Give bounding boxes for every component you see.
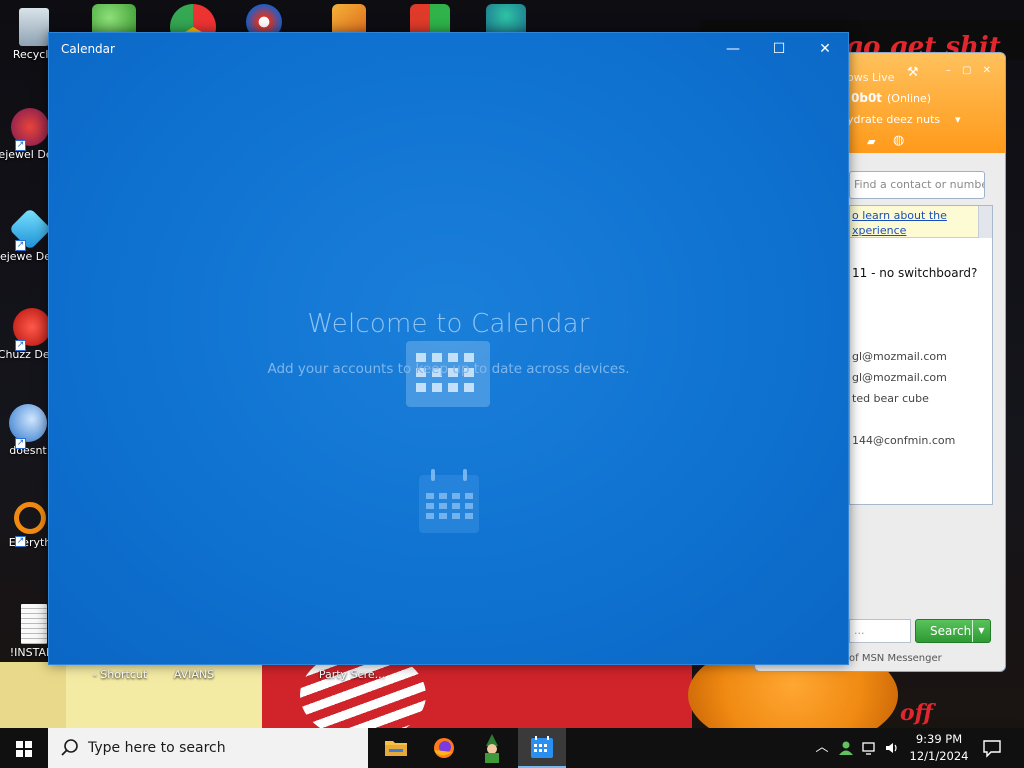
globe-icon[interactable]: ◍ xyxy=(893,133,904,148)
user-status-icon[interactable] xyxy=(838,740,854,756)
taskbar-file-explorer[interactable] xyxy=(372,728,420,768)
shortcut-arrow-icon: ↗ xyxy=(15,340,26,351)
minimize-button[interactable]: — xyxy=(710,33,756,65)
folder-icon[interactable]: ▰ xyxy=(867,135,875,148)
elf-character-icon xyxy=(485,734,499,763)
welcome-title: Welcome to Calendar xyxy=(307,309,590,339)
msn-info-banner[interactable]: o learn about the xperience xyxy=(850,206,980,238)
desktop-icon-label-party[interactable]: Party Scre... xyxy=(312,668,392,681)
clock-date: 12/1/2024 xyxy=(909,749,969,763)
calendar-titlebar[interactable]: Calendar — ☐ ✕ xyxy=(49,33,848,65)
msn-header-title: ows Live xyxy=(847,71,895,84)
everything-search-icon xyxy=(14,502,46,534)
network-icon[interactable] xyxy=(862,740,878,756)
msn-banner-scrollbar[interactable] xyxy=(978,206,992,238)
calendar-loading-icon xyxy=(419,469,479,533)
msn-find-contact-input[interactable]: Find a contact or numbe xyxy=(849,171,985,199)
text-document-icon xyxy=(21,604,47,644)
wrench-icon[interactable]: ⚒ xyxy=(907,65,919,80)
desktop-icon-label: - Shortcut xyxy=(92,668,148,681)
msn-search-input[interactable]: ... xyxy=(849,619,911,643)
search-placeholder: Type here to search xyxy=(88,740,226,756)
taskbar-character-app[interactable] xyxy=(468,728,516,768)
notification-center-icon[interactable] xyxy=(982,738,1002,758)
msn-window-controls[interactable]: – ▢ ✕ xyxy=(946,65,995,76)
calendar-icon xyxy=(531,736,553,758)
msn-user-name[interactable]: 0b0t xyxy=(851,91,882,105)
firefox-icon xyxy=(434,738,454,758)
shortcut-arrow-icon: ↗ xyxy=(15,536,26,547)
chevron-down-icon[interactable]: ▾ xyxy=(955,113,961,126)
taskbar-calendar[interactable] xyxy=(518,728,566,768)
msn-banner-link-1[interactable]: o learn about the xyxy=(852,209,947,222)
maximize-button[interactable]: ☐ xyxy=(756,33,802,65)
search-icon xyxy=(61,739,78,756)
close-button[interactable]: ✕ xyxy=(802,33,848,65)
desktop-icon-label: Party Scre... xyxy=(318,668,386,681)
msn-footer-text: of MSN Messenger xyxy=(849,653,942,664)
calendar-window[interactable]: Calendar — ☐ ✕ Welcome to Calendar Add y… xyxy=(48,32,849,665)
taskbar: Type here to search ︿ 9:39 PM 12/1/2024 xyxy=(0,728,1024,768)
desktop-icon-label-shortcut[interactable]: - Shortcut xyxy=(80,668,160,681)
list-item[interactable]: gl@mozmail.com xyxy=(852,371,947,384)
list-item[interactable]: 11 - no switchboard? xyxy=(852,266,977,280)
msn-personal-message[interactable]: ydrate deez nuts xyxy=(847,113,940,126)
folder-icon xyxy=(385,741,407,756)
taskbar-firefox[interactable] xyxy=(420,728,468,768)
list-item[interactable]: ted bear cube xyxy=(852,392,929,405)
list-item[interactable]: gl@mozmail.com xyxy=(852,350,947,363)
wallpaper-scribble-off: off xyxy=(900,700,933,726)
welcome-subtitle: Add your accounts to keep up to date acr… xyxy=(267,361,630,377)
clock-time: 9:39 PM xyxy=(915,732,963,746)
shortcut-arrow-icon: ↗ xyxy=(15,240,26,251)
window-title: Calendar xyxy=(61,42,115,56)
msn-search-button[interactable]: Search ▼ xyxy=(915,619,991,643)
list-item[interactable]: 144@confmin.com xyxy=(852,434,955,447)
msn-banner-link-2[interactable]: xperience xyxy=(852,224,906,237)
recycle-bin-icon xyxy=(19,8,49,46)
windows-logo-icon xyxy=(16,741,32,757)
system-clock[interactable]: 9:39 PM 12/1/2024 xyxy=(906,731,972,765)
wallpaper-cream-left xyxy=(0,662,66,728)
chevron-up-icon[interactable]: ︿ xyxy=(814,740,830,756)
start-button[interactable] xyxy=(0,728,48,768)
speaker-icon[interactable] xyxy=(884,740,900,756)
msn-status[interactable]: (Online) xyxy=(887,92,931,105)
desktop-icon-label: AVIANS xyxy=(173,668,215,681)
desktop-icon-label-avians[interactable]: AVIANS xyxy=(154,668,234,681)
msn-contact-list[interactable]: o learn about the xperience 11 - no swit… xyxy=(849,205,993,505)
shortcut-arrow-icon: ↗ xyxy=(15,438,26,449)
msn-search-button-label: Search xyxy=(930,624,972,638)
taskbar-search-box[interactable]: Type here to search xyxy=(48,728,368,768)
chevron-down-icon[interactable]: ▼ xyxy=(972,620,990,642)
shortcut-arrow-icon: ↗ xyxy=(15,140,26,151)
thunderbird-icon xyxy=(9,404,47,442)
